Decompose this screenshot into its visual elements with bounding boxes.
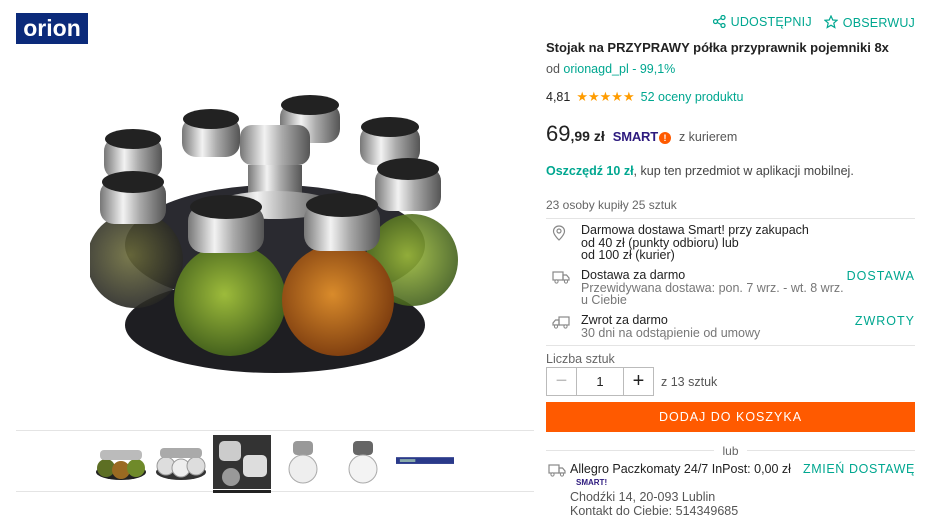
share-label: UDOSTĘPNIJ [730,15,812,29]
watch-label: OBSERWUJ [842,16,915,30]
thumbnail-6[interactable] [396,435,454,489]
thumbnail-4-image [288,441,318,484]
or-separator: lub [546,444,915,458]
delivery-info: Dostawa za darmo Przewidywana dostawa: p… [546,269,915,309]
seller-rating: - 99,1% [632,62,676,76]
returns-link[interactable]: ZWROTY [855,314,915,328]
thumbnail-2[interactable] [152,435,210,489]
watch-button[interactable]: OBSERWUJ [823,14,915,32]
quantity-increase-button[interactable]: + [623,368,653,395]
truck-icon [552,270,570,286]
rating-row: 4,81 ★★★★★ 52 oceny produktu [546,89,743,105]
smart-badge: SMART! [613,129,671,144]
shipping-line: od 100 zł (kurier) [581,248,675,262]
share-button[interactable]: UDOSTĘPNIJ [712,14,812,32]
delivery-contact: Kontakt do Ciebie: 514349685 [570,503,739,518]
thumbnail-1[interactable] [92,435,150,489]
promo-rest: , kup ten przedmiot w aplikacji mobilnej… [633,164,854,178]
quantity-available: z 13 sztuk [661,375,718,389]
seller-line: od orionagd_pl - 99,1% [546,62,675,76]
return-truck-icon [552,315,570,331]
thumbnail-4[interactable] [274,435,332,489]
promo-bold: Oszczędź 10 zł [546,164,634,178]
or-text: lub [722,444,739,458]
divider [546,218,915,219]
thumbnail-5-image [348,441,378,484]
buyers-count: 23 osoby kupiły 25 sztuk [546,198,677,212]
thumbnail-3-image [213,435,271,489]
smart-bang-icon: ! [658,132,671,144]
star-outline-icon [823,14,839,32]
returns-info: Zwrot za darmo 30 dni na odstąpienie od … [546,314,915,342]
thumbnail-strip [16,430,534,493]
price-whole: 69 [546,121,571,146]
product-title: Stojak na PRZYPRAWY półka przyprawnik po… [546,40,889,55]
thumbnail-1-image [96,450,146,480]
quantity-input[interactable]: 1 [577,368,623,395]
promo-text: Oszczędź 10 zł, kup ten przedmiot w apli… [546,164,854,178]
change-delivery-link[interactable]: ZMIEŃ DOSTAWĘ [803,462,915,476]
shipping-line: Zwrot za darmo [581,313,668,327]
seller-name: orionagd_pl [563,62,629,76]
shipping-sub: u Ciebie [581,293,627,307]
brand-logo[interactable]: orion [16,13,88,44]
rating-stars-icon: ★★★★★ [576,89,635,104]
smart-small-badge: SMART! [576,478,608,487]
quantity-decrease-button[interactable]: − [547,368,577,395]
price: 69,99 zł [546,121,605,147]
shipping-sub: 30 dni na odstąpienie od umowy [581,325,761,340]
parcel-truck-icon [548,463,566,479]
delivery-address: Chodźki 14, 20-093 Lublin [570,490,716,504]
thumbnail-2-image [156,448,206,480]
thumbnail-3[interactable] [213,435,271,493]
share-watch-row: UDOSTĘPNIJ OBSERWUJ [712,14,915,32]
rating-value: 4,81 [546,90,571,104]
courier-text: z kurierem [678,130,738,144]
price-fraction: ,99 zł [570,128,605,144]
smart-text: SMART [612,129,658,144]
add-to-cart-button[interactable]: DODAJ DO KOSZYKA [546,402,915,432]
shipping-line: Darmowa dostawa Smart! przy zakupach [581,223,809,237]
seller-link[interactable]: orionagd_pl - 99,1% [563,62,675,76]
price-row: 69,99 zł SMART! z kurierem [546,121,737,147]
delivery-method-name: Allegro Paczkomaty 24/7 InPost: 0,00 zł [570,462,791,476]
shipping-line: Dostawa za darmo [581,268,686,282]
free-delivery-info: Darmowa dostawa Smart! przy zakupach od … [546,224,915,264]
thumbnail-5[interactable] [334,435,392,489]
quantity-label: Liczba sztuk [546,352,615,366]
thumbnail-6-image [396,457,454,464]
seller-prefix: od [546,62,560,76]
delivery-link[interactable]: DOSTAWA [847,269,915,283]
reviews-link[interactable]: 52 oceny produktu [641,90,744,104]
share-icon [712,14,726,31]
location-pin-icon [552,225,570,241]
divider [546,345,915,346]
quantity-stepper: − 1 + [546,367,654,396]
main-product-image[interactable] [90,95,460,385]
